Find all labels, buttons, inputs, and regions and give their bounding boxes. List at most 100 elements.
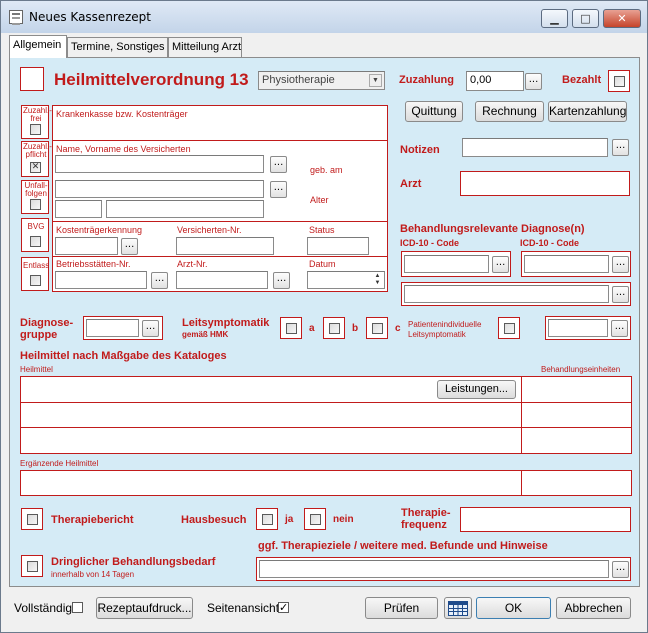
bezahlt-checkbox[interactable] (608, 70, 630, 92)
zuzahl-frei-checkbox[interactable] (30, 124, 41, 135)
zuzahl-pflicht-box[interactable]: Zuzahl.-pflicht ✕ (21, 141, 52, 177)
hausbesuch-ja-checkbox[interactable] (256, 508, 278, 530)
patientenindividuelle-checkbox[interactable] (498, 317, 520, 339)
form-heading: Heilmittelverordnung 13 (54, 70, 249, 89)
seitenansicht-checkbox[interactable]: ✓ (278, 602, 289, 613)
versichertennr-label: Versicherten-Nr. (177, 225, 242, 235)
leistungen-button[interactable]: Leistungen... (437, 380, 516, 399)
kennung-input[interactable] (55, 237, 118, 255)
patientenindividuelle-input[interactable] (548, 319, 608, 337)
rechnung-button[interactable]: Rechnung (475, 101, 544, 122)
tab-allgemein[interactable]: Allgemein (9, 35, 67, 58)
versichertennr-input[interactable] (176, 237, 274, 255)
b-label: b (352, 323, 359, 334)
ergaenzende-heilmittel-row[interactable] (20, 470, 632, 496)
maximize-button[interactable]: □ (572, 9, 599, 28)
datum-label: Datum (309, 259, 336, 269)
diagnosegruppe-picker-button[interactable]: ... (142, 320, 159, 337)
therapy-type-select[interactable]: Physiotherapie ▼ (258, 71, 385, 90)
icd1-input[interactable] (404, 255, 489, 273)
calculator-button[interactable] (444, 597, 472, 619)
datum-input[interactable]: ▲ ▼ (307, 271, 385, 289)
icd1-box: ... (401, 251, 511, 277)
leitsymptomatik-b-checkbox[interactable] (323, 317, 345, 339)
arztnr-input[interactable] (176, 271, 268, 289)
therapieziele-input[interactable] (259, 560, 609, 578)
vollstaendig-checkbox[interactable] (72, 602, 83, 613)
heilmittel-heading: Heilmittel nach Maßgabe des Kataloges (20, 350, 227, 362)
entlass-label: Entlass (23, 261, 50, 270)
zuzahl-pflicht-checkbox[interactable]: ✕ (30, 162, 41, 173)
pruefen-button[interactable]: Prüfen (365, 597, 438, 619)
zuzahlung-input[interactable]: 0,00 (466, 71, 524, 91)
status-label: Status (309, 225, 335, 235)
hausbesuch-label: Hausbesuch (181, 514, 247, 526)
icd1-picker-button[interactable]: ... (492, 256, 509, 273)
ort-input[interactable] (106, 200, 264, 218)
patientenindividuelle-label: Patientenindividuelle Leitsymptomatik (408, 320, 482, 339)
arztnr-picker-button[interactable]: ... (273, 272, 290, 289)
therapieziele-label: ggf. Therapieziele / weitere med. Befund… (258, 540, 548, 552)
patientenindividuelle-picker-button[interactable]: ... (611, 320, 628, 337)
status-input[interactable] (307, 237, 369, 255)
betriebsstaetten-picker-button[interactable]: ... (151, 272, 168, 289)
arzt-field[interactable] (460, 171, 630, 196)
tab-termine[interactable]: Termine, Sonstiges (67, 37, 168, 57)
unfallfolgen-checkbox[interactable] (30, 199, 41, 210)
abbrechen-button[interactable]: Abbrechen (556, 597, 631, 619)
unfallfolgen-box[interactable]: Unfall-folgen (21, 180, 49, 214)
therapiebericht-checkbox[interactable] (21, 508, 43, 530)
diagnose-text-picker-button[interactable]: ... (612, 286, 629, 303)
icd2-input[interactable] (524, 255, 609, 273)
heilmittel-table: Leistungen... (20, 376, 632, 454)
geb-label: geb. am (310, 165, 343, 175)
zuzahlung-picker-button[interactable]: ... (525, 73, 542, 90)
hmk-label: gemäß HMK (182, 330, 229, 339)
close-button[interactable]: ✕ (603, 9, 641, 28)
c-label: c (395, 323, 401, 334)
dringlich-checkbox[interactable] (21, 555, 43, 577)
address-input[interactable] (55, 180, 264, 198)
leitsymptomatik-c-checkbox[interactable] (366, 317, 388, 339)
spin-arrows-icon[interactable]: ▲ ▼ (372, 273, 383, 287)
bvg-checkbox[interactable] (30, 236, 41, 247)
therapieziele-picker-button[interactable]: ... (612, 561, 629, 578)
tab-mitteilung-arzt[interactable]: Mitteilung Arzt (168, 37, 242, 57)
divider (53, 221, 387, 222)
form-panel: Heilmittelverordnung 13 Physiotherapie ▼… (9, 57, 640, 587)
calculator-icon (448, 601, 468, 616)
patient-block: Krankenkasse bzw. Kostenträger Name, Vor… (52, 105, 388, 292)
rezeptaufdruck-button[interactable]: Rezeptaufdruck... (96, 597, 193, 619)
notizen-input[interactable] (462, 138, 608, 157)
bezahlt-label: Bezahlt (562, 74, 602, 86)
bvg-label: BVG (27, 222, 45, 231)
hausbesuch-nein-checkbox[interactable] (304, 508, 326, 530)
dropdown-arrow-icon[interactable]: ▼ (369, 74, 382, 87)
diagnose-text-input[interactable] (404, 285, 609, 303)
notizen-label: Notizen (400, 144, 440, 156)
minimize-button[interactable]: ▁ (541, 9, 568, 28)
leitsymptomatik-a-checkbox[interactable] (280, 317, 302, 339)
entlass-checkbox[interactable] (30, 275, 41, 286)
kartenzahlung-button[interactable]: Kartenzahlung (548, 101, 627, 122)
title-bar[interactable]: Neues Kassenrezept ▁ □ ✕ (1, 1, 647, 33)
icd2-picker-button[interactable]: ... (612, 256, 629, 273)
therapiefrequenz-field[interactable] (460, 507, 631, 532)
plz-input[interactable] (55, 200, 102, 218)
patientenindividuelle-box: ... (545, 316, 631, 340)
diagnosegruppe-input[interactable] (86, 319, 139, 337)
name-input[interactable] (55, 155, 264, 173)
betriebsstaetten-input[interactable] (55, 271, 147, 289)
name-picker-button[interactable]: ... (270, 156, 287, 173)
therapiebericht-label: Therapiebericht (51, 514, 134, 526)
ok-button[interactable]: OK (476, 597, 551, 619)
notizen-picker-button[interactable]: ... (612, 139, 629, 156)
address-picker-button[interactable]: ... (270, 181, 287, 198)
entlass-box[interactable]: Entlass (21, 257, 49, 291)
arzt-label: Arzt (400, 178, 422, 190)
zuzahl-frei-box[interactable]: Zuzahl.-frei (21, 105, 52, 139)
therapiefrequenz-label: Therapie-frequenz (401, 507, 451, 531)
quittung-button[interactable]: Quittung (405, 101, 463, 122)
kennung-picker-button[interactable]: ... (121, 238, 138, 255)
bvg-box[interactable]: BVG (21, 218, 49, 252)
